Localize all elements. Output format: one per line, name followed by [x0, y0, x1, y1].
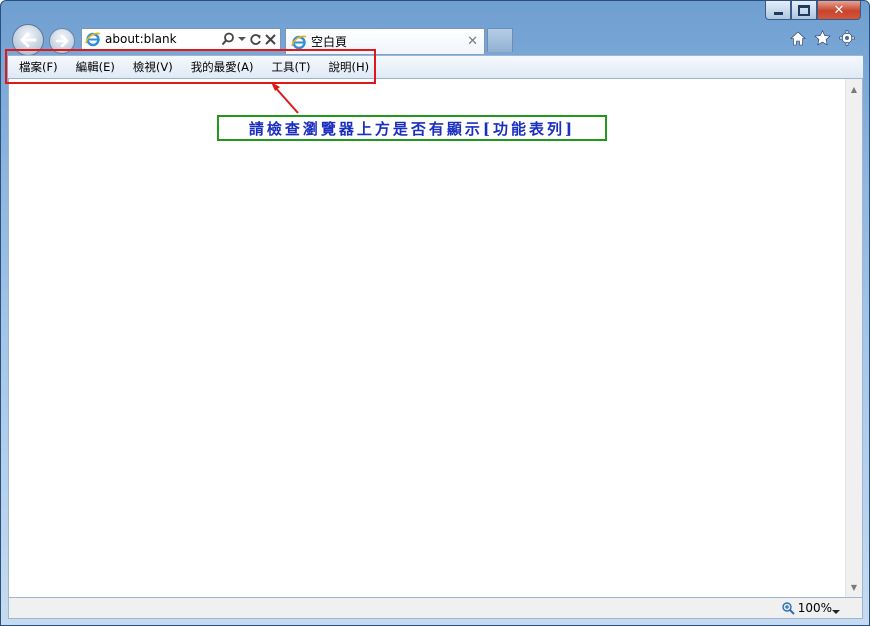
tab-close-icon[interactable]: ✕ — [467, 34, 478, 49]
new-tab-button[interactable] — [487, 28, 513, 52]
page-content[interactable]: ▲ ▼ — [8, 79, 863, 597]
stop-icon[interactable] — [265, 33, 276, 45]
scroll-down-icon[interactable]: ▼ — [846, 579, 862, 595]
command-icons — [790, 30, 855, 49]
star-icon[interactable] — [814, 30, 831, 49]
refresh-icon[interactable] — [249, 33, 262, 46]
zoom-control[interactable]: 100% — [781, 601, 832, 615]
maximize-icon — [798, 4, 810, 16]
close-button[interactable]: ✕ — [817, 1, 861, 20]
tab-title: 空白頁 — [311, 35, 348, 49]
minimize-icon — [773, 11, 783, 15]
back-arrow-icon — [20, 32, 37, 48]
caption-buttons: ✕ — [765, 1, 861, 21]
address-bar[interactable]: about:blank — [81, 28, 281, 50]
scroll-up-icon[interactable]: ▲ — [846, 81, 862, 97]
zoom-level: 100% — [797, 601, 832, 615]
minimize-button[interactable] — [765, 1, 791, 20]
menu-bar-highlight — [5, 49, 376, 84]
annotation-arrow-icon — [271, 82, 299, 114]
dropdown-icon[interactable] — [238, 36, 246, 42]
zoom-dropdown-icon[interactable] — [832, 604, 840, 618]
gear-icon[interactable] — [839, 30, 855, 49]
search-icon[interactable] — [221, 32, 235, 46]
ie-logo-icon — [291, 34, 307, 50]
home-icon[interactable] — [790, 31, 806, 49]
address-tools — [221, 32, 276, 46]
forward-arrow-icon — [55, 35, 69, 47]
address-text[interactable]: about:blank — [105, 32, 221, 46]
close-icon: ✕ — [833, 2, 845, 18]
ie-logo-icon — [85, 31, 101, 47]
annotation-callout: 請檢查瀏覽器上方是否有顯示[功能表列] — [217, 115, 607, 141]
maximize-button[interactable] — [791, 1, 817, 20]
vertical-scrollbar[interactable]: ▲ ▼ — [845, 79, 862, 597]
status-bar: 100% — [8, 597, 863, 619]
zoom-icon — [781, 601, 795, 615]
browser-window: ✕ about:blank 空白頁 ✕ 檔案(F) 編輯(E) 檢視(V) 我的… — [0, 0, 870, 626]
